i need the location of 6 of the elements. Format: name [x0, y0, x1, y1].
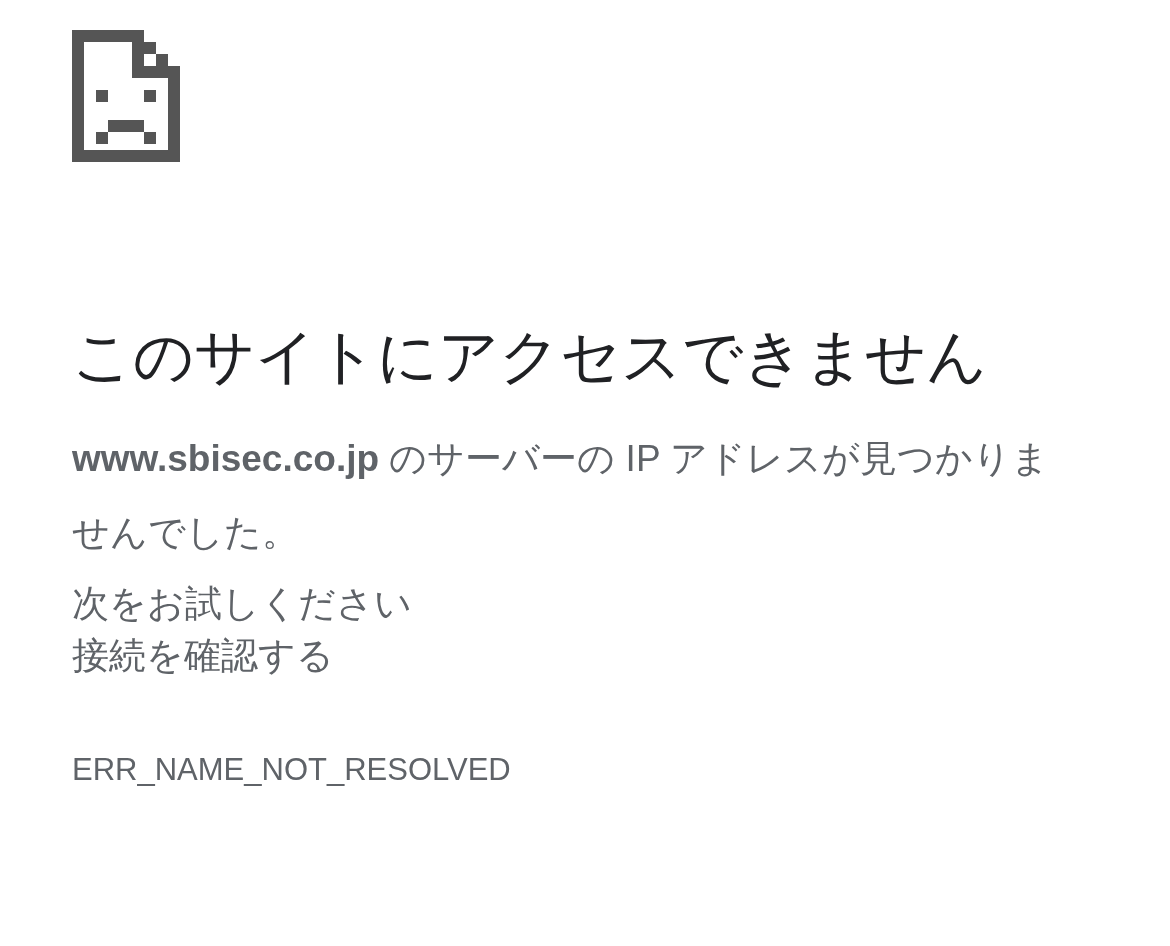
error-message: www.sbisec.co.jp のサーバーの IP アドレスが見つかりませんでした。	[72, 437, 1051, 555]
error-code: ERR_NAME_NOT_RESOLVED	[72, 751, 512, 789]
error-heading: このサイトにアクセスできません	[72, 322, 988, 392]
sad-page-icon	[72, 30, 180, 162]
suggestions-title: 次をお試しください	[72, 582, 413, 626]
suggestion-item: 接続を確認する	[72, 634, 335, 678]
